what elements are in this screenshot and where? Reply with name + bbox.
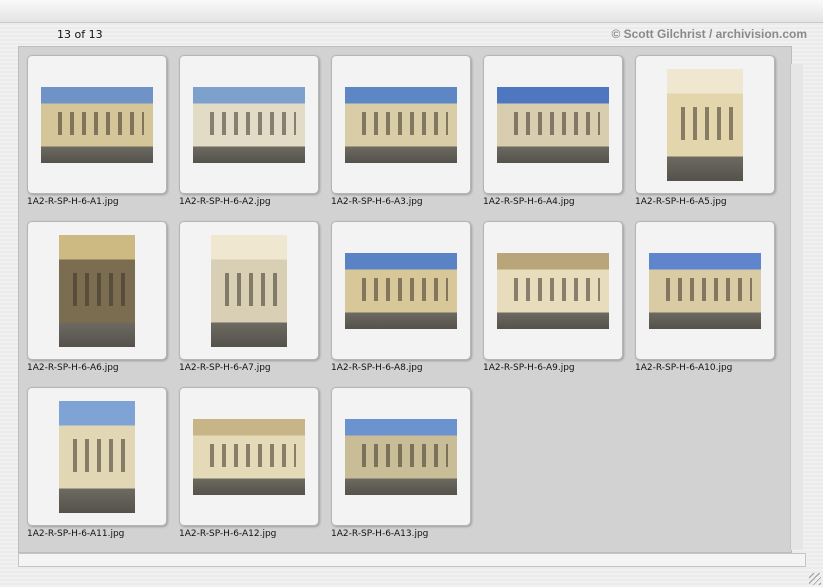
thumbnail-frame[interactable] [483, 55, 623, 194]
thumbnail-filename: 1A2-R-SP-H-6-A11.jpg [27, 529, 125, 539]
building-windows [657, 278, 753, 302]
thumbnail-frame[interactable] [27, 387, 167, 526]
thumbnail-item[interactable]: 1A2-R-SP-H-6-A1.jpg [19, 47, 171, 211]
building-windows [65, 272, 129, 307]
thumbnail-item[interactable]: 1A2-R-SP-H-6-A6.jpg [19, 213, 171, 377]
building-windows [201, 112, 297, 136]
thumbnail-item[interactable]: 1A2-R-SP-H-6-A3.jpg [323, 47, 475, 211]
thumbnail-image[interactable] [41, 86, 153, 163]
vertical-scrollbar[interactable] [790, 64, 803, 550]
thumbnail-frame[interactable] [331, 55, 471, 194]
thumbnail-item[interactable]: 1A2-R-SP-H-6-A9.jpg [475, 213, 627, 377]
thumbnail-item[interactable]: 1A2-R-SP-H-6-A7.jpg [171, 213, 323, 377]
thumbnail-image[interactable] [497, 86, 609, 163]
building-windows [201, 444, 297, 468]
thumbnail-frame[interactable] [635, 221, 775, 360]
building-windows [217, 272, 281, 307]
thumbnail-filename: 1A2-R-SP-H-6-A3.jpg [331, 197, 423, 207]
thumbnail-filename: 1A2-R-SP-H-6-A13.jpg [331, 529, 429, 539]
copyright-credit: © Scott Gilchrist / archivision.com [611, 27, 807, 41]
thumbnail-frame[interactable] [179, 55, 319, 194]
thumbnail-frame[interactable] [331, 387, 471, 526]
building-windows [505, 278, 601, 302]
image-count: 13 of 13 [57, 28, 103, 41]
building-windows [353, 444, 449, 468]
thumbnail-filename: 1A2-R-SP-H-6-A5.jpg [635, 197, 727, 207]
thumbnail-frame[interactable] [331, 221, 471, 360]
thumbnail-item[interactable]: 1A2-R-SP-H-6-A4.jpg [475, 47, 627, 211]
thumbnail-filename: 1A2-R-SP-H-6-A12.jpg [179, 529, 277, 539]
thumbnail-frame[interactable] [27, 221, 167, 360]
thumbnail-filename: 1A2-R-SP-H-6-A8.jpg [331, 363, 423, 373]
thumbnail-frame[interactable] [27, 55, 167, 194]
thumbnail-image[interactable] [649, 252, 761, 329]
thumbnail-filename: 1A2-R-SP-H-6-A7.jpg [179, 363, 271, 373]
thumbnail-filename: 1A2-R-SP-H-6-A1.jpg [27, 197, 119, 207]
building-windows [49, 112, 145, 136]
thumbnail-image[interactable] [193, 86, 305, 163]
thumbnail-filename: 1A2-R-SP-H-6-A9.jpg [483, 363, 575, 373]
thumbnail-frame[interactable] [635, 55, 775, 194]
thumbnail-frame[interactable] [179, 221, 319, 360]
thumbnail-image[interactable] [667, 68, 743, 181]
window-toolbar [0, 0, 823, 23]
building-windows [65, 438, 129, 473]
thumbnail-item[interactable]: 1A2-R-SP-H-6-A5.jpg [627, 47, 779, 211]
building-windows [505, 112, 601, 136]
thumbnail-item[interactable]: 1A2-R-SP-H-6-A2.jpg [171, 47, 323, 211]
thumbnail-image[interactable] [345, 252, 457, 329]
thumbnail-item[interactable]: 1A2-R-SP-H-6-A12.jpg [171, 379, 323, 543]
thumbnail-frame[interactable] [483, 221, 623, 360]
thumbnail-grid: 1A2-R-SP-H-6-A1.jpg 1A2-R-SP-H-6-A2.jpg 1A… [18, 46, 792, 553]
thumbnail-image[interactable] [345, 418, 457, 495]
building-windows [353, 278, 449, 302]
thumbnail-image[interactable] [59, 234, 135, 347]
thumbnail-item[interactable]: 1A2-R-SP-H-6-A10.jpg [627, 213, 779, 377]
resize-grip-icon[interactable] [809, 573, 821, 585]
thumbnail-image[interactable] [497, 252, 609, 329]
thumbnail-filename: 1A2-R-SP-H-6-A2.jpg [179, 197, 271, 207]
thumbnail-image[interactable] [211, 234, 287, 347]
thumbnail-filename: 1A2-R-SP-H-6-A6.jpg [27, 363, 119, 373]
building-windows [673, 106, 737, 141]
thumbnail-filename: 1A2-R-SP-H-6-A4.jpg [483, 197, 575, 207]
thumbnail-image[interactable] [59, 400, 135, 513]
thumbnail-frame[interactable] [179, 387, 319, 526]
thumbnail-item[interactable]: 1A2-R-SP-H-6-A11.jpg [19, 379, 171, 543]
thumbnail-filename: 1A2-R-SP-H-6-A10.jpg [635, 363, 733, 373]
horizontal-scrollbar[interactable] [18, 553, 806, 567]
thumbnail-item[interactable]: 1A2-R-SP-H-6-A8.jpg [323, 213, 475, 377]
thumbnail-image[interactable] [193, 418, 305, 495]
building-windows [353, 112, 449, 136]
thumbnail-item[interactable]: 1A2-R-SP-H-6-A13.jpg [323, 379, 475, 543]
thumbnail-image[interactable] [345, 86, 457, 163]
